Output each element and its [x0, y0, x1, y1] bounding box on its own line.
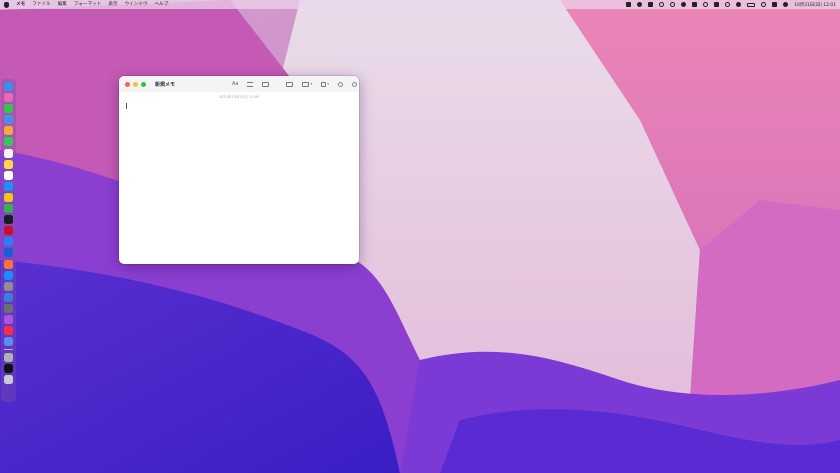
trash-icon[interactable] — [4, 375, 13, 385]
search-icon[interactable] — [761, 2, 767, 7]
numbers-icon[interactable] — [4, 204, 13, 214]
wifi-icon[interactable] — [725, 2, 731, 7]
chevron-down-icon: ▾ — [327, 82, 330, 86]
sync-icon[interactable] — [659, 2, 665, 7]
firefox-icon[interactable] — [4, 259, 13, 269]
media-button[interactable] — [286, 81, 294, 87]
bluetooth-icon[interactable] — [714, 2, 720, 7]
cloud-icon[interactable] — [681, 2, 687, 7]
mail-icon[interactable] — [4, 115, 13, 125]
finder-icon[interactable] — [4, 82, 13, 91]
screen-mirroring-icon[interactable] — [626, 2, 632, 7]
facetime-icon[interactable] — [4, 137, 13, 147]
format-button[interactable]: Aa — [232, 81, 238, 87]
notes-window: 新規メモ Aa ▾ ▾ 2021年10月31日 12:00 — [119, 76, 359, 264]
volume-icon[interactable] — [736, 2, 742, 7]
collaborate-button[interactable] — [338, 81, 344, 87]
notes-toolbar: Aa ▾ ▾ — [232, 76, 358, 92]
search-icon — [352, 81, 358, 87]
note-editor[interactable]: 2021年10月31日 12:00 — [119, 92, 359, 264]
app-icon[interactable] — [4, 226, 13, 236]
zoom-button[interactable] — [141, 81, 146, 87]
lock-icon — [321, 81, 327, 87]
dock — [1, 79, 16, 402]
menu-app-name[interactable]: メモ — [16, 0, 25, 9]
podcasts-icon[interactable] — [4, 314, 13, 324]
gear-icon[interactable] — [670, 2, 676, 7]
radio-icon[interactable] — [703, 2, 709, 7]
calendar-icon[interactable] — [4, 148, 13, 158]
window-title: 新規メモ — [155, 81, 176, 88]
menu-bar-status: 10月31日(日) 12:01 — [626, 2, 836, 8]
table-icon — [262, 81, 270, 87]
apple-logo-icon[interactable] — [4, 1, 9, 8]
menu-help[interactable]: ヘルプ — [155, 0, 169, 9]
share-icon — [302, 81, 310, 87]
traffic-lights — [125, 81, 146, 87]
menu-edit[interactable]: 編集 — [58, 0, 67, 9]
dropbox-icon[interactable] — [648, 2, 654, 7]
messages-icon[interactable] — [4, 104, 13, 114]
menu-file[interactable]: ファイル — [32, 0, 50, 9]
media-icon — [286, 81, 294, 87]
pages-icon[interactable] — [4, 237, 13, 247]
launchpad-icon[interactable] — [4, 93, 13, 103]
close-button[interactable] — [125, 81, 130, 87]
keynote-icon[interactable] — [4, 292, 13, 302]
control-center-icon[interactable] — [772, 2, 778, 7]
note-date: 2021年10月31日 12:00 — [218, 95, 260, 99]
lock-button[interactable]: ▾ — [321, 81, 330, 87]
checklist-icon — [247, 81, 254, 87]
menu-bar-clock[interactable]: 10月31日(日) 12:01 — [794, 2, 836, 8]
menu-view[interactable]: 表示 — [108, 0, 117, 9]
dock-separator — [4, 349, 13, 350]
menu-window[interactable]: ウインドウ — [125, 0, 148, 9]
photos-icon[interactable] — [4, 126, 13, 136]
apple-tv-icon[interactable] — [4, 364, 13, 374]
table-button[interactable] — [262, 81, 270, 87]
menu-bar: メモ ファイル 編集 フォーマット 表示 ウインドウ ヘルプ 10月31日(日)… — [0, 0, 840, 9]
clock-icon[interactable] — [4, 215, 13, 225]
music-icon[interactable] — [637, 2, 643, 7]
system-preferences-icon[interactable] — [4, 303, 13, 313]
menu-bar-left: メモ ファイル 編集 フォーマット 表示 ウインドウ ヘルプ — [4, 0, 168, 9]
downloads-icon[interactable] — [4, 337, 13, 347]
reminders-icon[interactable] — [4, 170, 13, 180]
collaborate-icon — [338, 81, 344, 87]
safari-icon[interactable] — [4, 181, 13, 191]
window-titlebar[interactable]: 新規メモ Aa ▾ ▾ — [119, 76, 359, 92]
app-store-icon[interactable] — [4, 270, 13, 280]
bitwarden-icon[interactable] — [4, 248, 13, 258]
text-caret — [126, 103, 127, 109]
battery-icon[interactable] — [747, 2, 756, 7]
settings-icon[interactable] — [4, 281, 13, 291]
share-button[interactable]: ▾ — [302, 81, 313, 87]
music-icon[interactable] — [4, 326, 13, 336]
checklist-button[interactable] — [247, 81, 254, 87]
chevron-down-icon: ▾ — [310, 82, 313, 86]
search-button[interactable] — [352, 81, 358, 87]
disk-utility-icon[interactable] — [4, 352, 13, 362]
input-method-icon[interactable] — [692, 2, 698, 7]
siri-icon[interactable] — [783, 2, 789, 7]
menu-format[interactable]: フォーマット — [74, 0, 102, 9]
notes-icon[interactable] — [4, 159, 13, 169]
chrome-icon[interactable] — [4, 192, 13, 202]
minimize-button[interactable] — [133, 81, 138, 87]
